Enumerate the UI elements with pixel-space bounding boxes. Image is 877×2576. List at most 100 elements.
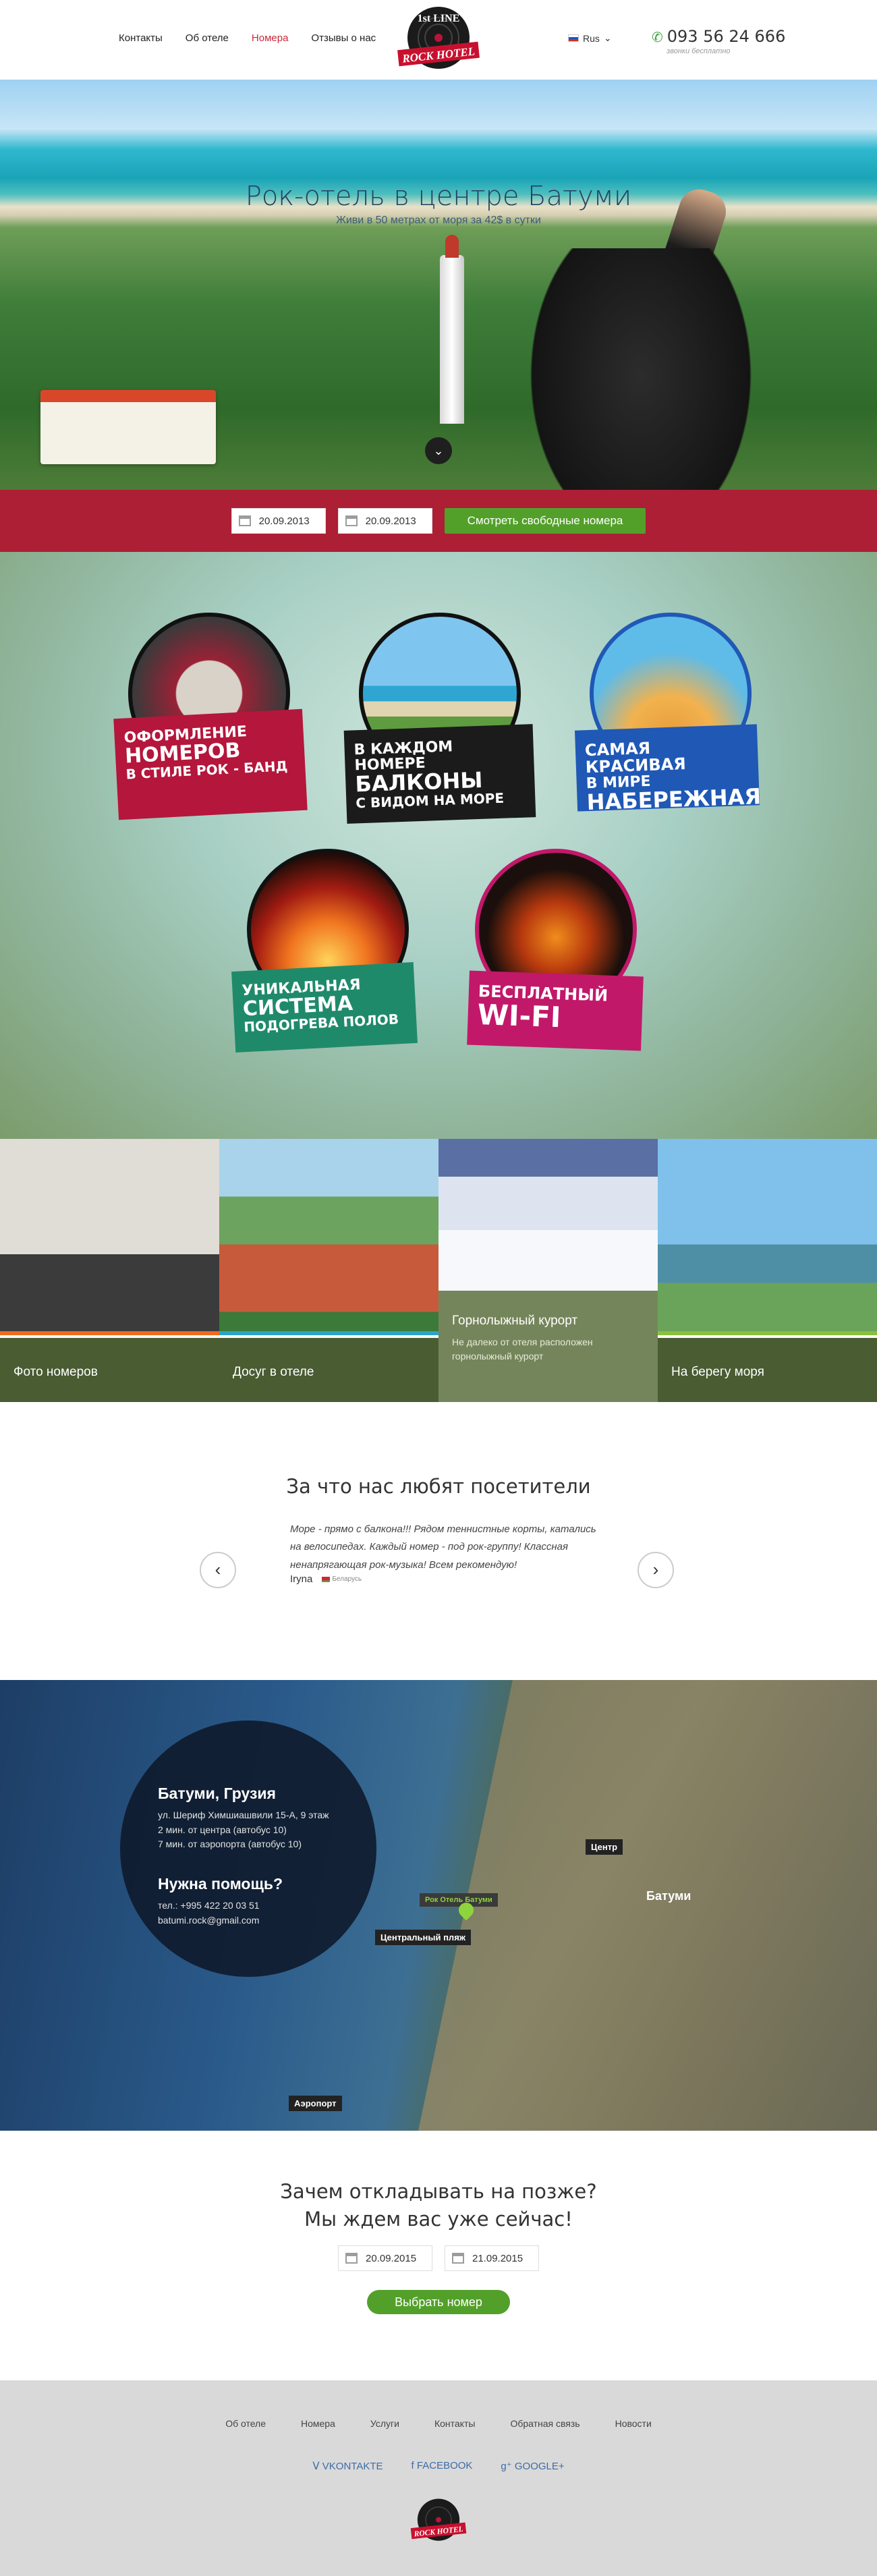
- help-title: Нужна помощь?: [158, 1875, 283, 1893]
- calendar-icon: [238, 515, 251, 526]
- cta-dates: 20.09.2015 21.09.2015: [0, 2245, 877, 2271]
- feature-label: БЕСПЛАТНЫЙ WI-FI: [467, 970, 644, 1051]
- logo-line-text: 1st LINE: [418, 13, 460, 24]
- feature-label: САМАЯ КРАСИВАЯ В МИРЕ НАБЕРЕЖНАЯ: [574, 724, 762, 816]
- map-label-center: Центр: [586, 1839, 623, 1855]
- feature-line3: НАБЕРЕЖНАЯ: [586, 783, 762, 816]
- cta-checkout-field[interactable]: 21.09.2015: [445, 2245, 539, 2271]
- review-author: Iryna Беларусь: [290, 1573, 362, 1585]
- tile-caption-title: Горнолыжный курорт: [452, 1314, 578, 1328]
- review-country: Беларусь: [322, 1575, 362, 1583]
- tile-caption: Горнолыжный курорт Не далеко от отеля ра…: [438, 1291, 658, 1402]
- footer-logo[interactable]: ROCK HOTEL: [410, 2492, 467, 2549]
- footer-link-news[interactable]: Новости: [615, 2418, 652, 2429]
- hero-title: Рок-отель в центре Батуми: [245, 181, 632, 212]
- map-section[interactable]: Батуми, Грузия ул. Шериф Химшиашвили 15-…: [0, 1680, 877, 2131]
- contact-email[interactable]: batumi.rock@gmail.com: [158, 1913, 376, 1928]
- tile-caption-desc: Не далеко от отеля расположен горнолыжны…: [452, 1337, 593, 1362]
- tile-stripe: [658, 1331, 877, 1335]
- footer-nav: Об отеле Номера Услуги Контакты Обратная…: [0, 2418, 877, 2429]
- map-label-city: Батуми: [646, 1889, 691, 1903]
- nav-contacts[interactable]: Контакты: [119, 32, 163, 44]
- vk-link[interactable]: ᐯ VKONTAKTE: [312, 2460, 383, 2472]
- contact-address: ул. Шериф Химшиашвили 15-А, 9 этаж: [158, 1810, 329, 1820]
- footer-link-feedback[interactable]: Обратная связь: [510, 2418, 579, 2429]
- contact-distance-center: 2 мин. от центра (автобус 10): [158, 1824, 287, 1835]
- review-text: Море - прямо с балкона!!! Рядом теннистн…: [290, 1523, 596, 1571]
- rocker-image: [513, 248, 769, 490]
- social-links: ᐯ VKONTAKTE f FACEBOOK g⁺ GOOGLE+: [0, 2460, 877, 2472]
- arrow-right-icon: ›: [652, 1559, 659, 1579]
- reviews-prev-button[interactable]: ‹: [200, 1552, 236, 1588]
- gallery-tile-leisure[interactable]: Досуг в отеле: [219, 1139, 438, 1402]
- contact-distance-airport: 7 мин. от аэропорта (автобус 10): [158, 1839, 302, 1850]
- gallery-section: Фото номеров Досуг в отеле Горнолыжный к…: [0, 1139, 877, 1402]
- tile-stripe: [219, 1331, 438, 1335]
- hero-section: Рок-отель в центре Батуми Живи в 50 метр…: [0, 80, 877, 490]
- footer-link-contacts[interactable]: Контакты: [434, 2418, 475, 2429]
- google-plus-label: GOOGLE+: [514, 2461, 565, 2472]
- booking-bar: 20.09.2013 20.09.2013 Смотреть свободные…: [0, 490, 877, 552]
- footer-link-rooms[interactable]: Номера: [301, 2418, 335, 2429]
- feature-label: В КАЖДОМ НОМЕРЕ БАЛКОНЫ С ВИДОМ НА МОРЕ: [343, 724, 536, 824]
- nav-rooms[interactable]: Номера: [252, 32, 289, 44]
- feature-label: УНИКАЛЬНАЯ СИСТЕМА ПОДОГРЕВА ПОЛОВ: [231, 962, 418, 1053]
- nav-reviews[interactable]: Отзывы о нас: [311, 32, 376, 44]
- calendar-icon: [345, 515, 358, 526]
- footer-link-services[interactable]: Услуги: [370, 2418, 399, 2429]
- gallery-tile-rooms[interactable]: Фото номеров: [0, 1139, 219, 1402]
- choose-room-button[interactable]: Выбрать номер: [367, 2290, 510, 2314]
- reviews-title: За что нас любят посетители: [286, 1475, 591, 1498]
- checkin-date-field[interactable]: 20.09.2013: [231, 508, 326, 534]
- checkin-date-value: 20.09.2013: [258, 515, 310, 527]
- google-plus-link[interactable]: g⁺ GOOGLE+: [501, 2460, 564, 2472]
- contact-circle: Батуми, Грузия ул. Шериф Химшиашвили 15-…: [120, 1720, 376, 1977]
- cta-title-line2: Мы ждем вас уже сейчас!: [304, 2207, 573, 2231]
- rooms-photo: [0, 1139, 219, 1331]
- site-header: Контакты Об отеле Номера Отзывы о нас 1s…: [0, 0, 877, 80]
- contact-phone[interactable]: тел.: +995 422 20 03 51: [158, 1899, 376, 1913]
- calendar-icon: [452, 2253, 464, 2264]
- phone-number[interactable]: ✆ 093 56 24 666: [652, 27, 785, 46]
- vk-label: VKONTAKTE: [322, 2461, 383, 2472]
- gallery-tile-seaside[interactable]: На берегу моря: [658, 1139, 877, 1402]
- facebook-icon: f: [411, 2460, 414, 2471]
- leisure-photo: [219, 1139, 438, 1331]
- hotel-logo[interactable]: 1st LINE ROCK HOTEL: [397, 4, 480, 74]
- search-rooms-button[interactable]: Смотреть свободные номера: [444, 508, 646, 534]
- scroll-down-button[interactable]: ⌄: [425, 437, 452, 464]
- tile-caption: Досуг в отеле: [219, 1338, 438, 1402]
- phone-text: 093 56 24 666: [667, 27, 786, 46]
- chevron-down-icon: ⌄: [603, 32, 612, 43]
- footer-link-about[interactable]: Об отеле: [225, 2418, 266, 2429]
- language-selector[interactable]: Rus ⌄: [568, 32, 612, 44]
- lighthouse-image: [440, 235, 464, 424]
- google-plus-icon: g⁺: [501, 2461, 512, 2472]
- checkout-date-field[interactable]: 20.09.2013: [337, 508, 432, 534]
- phone-icon: ✆: [652, 29, 663, 45]
- cta-section: Зачем откладывать на позже? Мы ждем вас …: [0, 2131, 877, 2380]
- hero-subtitle: Живи в 50 метрах от моря за 42$ в сутки: [336, 215, 541, 226]
- tile-stripe: [0, 1331, 219, 1335]
- map-label-beach: Центральный пляж: [375, 1930, 471, 1945]
- gallery-tile-ski[interactable]: Горнолыжный курорт Не далеко от отеля ра…: [438, 1139, 658, 1402]
- cta-checkout-value: 21.09.2015: [472, 2252, 524, 2264]
- nav-about[interactable]: Об отеле: [186, 32, 229, 44]
- map-label-hotel: Рок Отель Батуми: [420, 1893, 498, 1907]
- language-label: Rus: [583, 32, 600, 44]
- cta-checkin-field[interactable]: 20.09.2015: [338, 2245, 432, 2271]
- cta-title: Зачем откладывать на позже? Мы ждем вас …: [0, 2178, 877, 2233]
- feature-wifi: БЕСПЛАТНЫЙ WI-FI: [467, 849, 644, 1051]
- reviews-next-button[interactable]: ›: [638, 1552, 674, 1588]
- tile-caption: На берегу моря: [658, 1338, 877, 1402]
- feature-embankment: САМАЯ КРАСИВАЯ В МИРЕ НАБЕРЕЖНАЯ: [574, 613, 765, 816]
- checkout-date-value: 20.09.2013: [365, 515, 416, 527]
- cta-title-line1: Зачем откладывать на позже?: [280, 2180, 597, 2203]
- seaside-photo: [658, 1139, 877, 1331]
- vk-icon: ᐯ: [312, 2461, 320, 2472]
- palace-image: [40, 390, 216, 464]
- feature-label: ОФОРМЛЕНИЕ НОМЕРОВ В СТИЛЕ РОК - БАНД: [113, 708, 308, 820]
- chevron-down-icon: ⌄: [433, 444, 444, 457]
- facebook-link[interactable]: f FACEBOOK: [412, 2460, 473, 2472]
- tile-caption: Фото номеров: [0, 1338, 219, 1402]
